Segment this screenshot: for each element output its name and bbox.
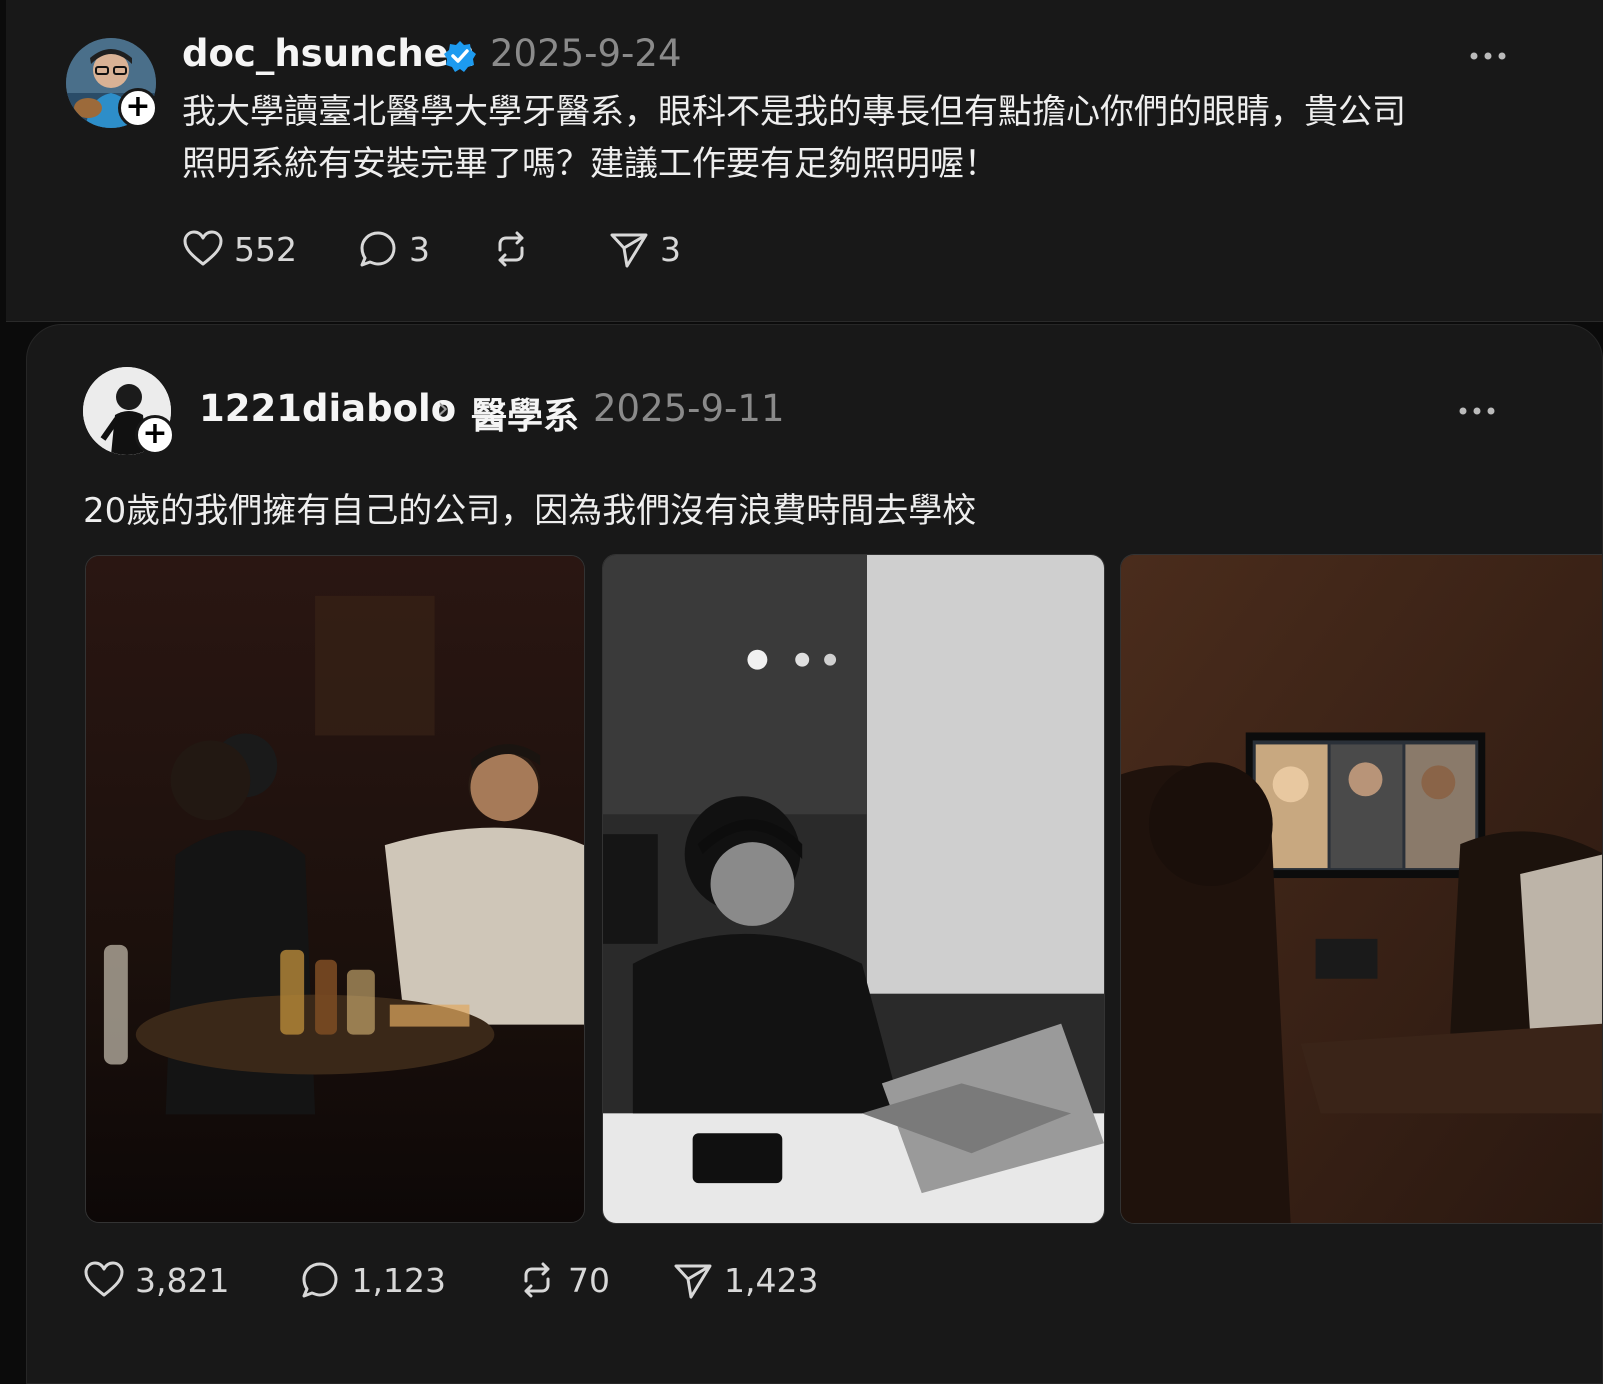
post-date[interactable]: 2025-9-11 — [593, 387, 785, 430]
comment-count: 1,123 — [351, 1260, 446, 1300]
quoted-post[interactable]: + 1221diabolo › 醫學系 2025-9-11 20歲的我們擁有自己… — [26, 324, 1603, 1384]
like-button[interactable]: 552 — [182, 228, 297, 270]
plus-icon: + — [125, 89, 151, 124]
paper-plane-icon — [674, 1264, 712, 1299]
repost-button[interactable]: 70 — [516, 1259, 610, 1301]
laptop-photo — [603, 555, 1104, 1223]
plus-icon: + — [142, 416, 168, 451]
reply-post: + doc_hsunchen 2025-9-24 我大學讀臺北醫學大學牙醫系，眼… — [6, 0, 1603, 322]
share-button[interactable]: 1,423 — [672, 1259, 818, 1301]
paper-plane-icon — [610, 233, 648, 268]
post-image[interactable] — [1120, 554, 1602, 1224]
share-count: 3 — [660, 229, 681, 269]
comment-button[interactable]: 1,123 — [299, 1259, 446, 1301]
speech-bubble-icon — [302, 1262, 338, 1298]
post-body-line: 我大學讀臺北醫學大學牙醫系，眼科不是我的專長但有點擔心你們的眼睛，貴公司 — [182, 92, 1406, 132]
like-count: 3,821 — [135, 1260, 230, 1300]
heart-icon — [183, 230, 223, 266]
post-body: 我大學讀臺北醫學大學牙醫系，眼科不是我的專長但有點擔心你們的眼睛，貴公司 照明系… — [182, 86, 1572, 190]
post-image[interactable] — [85, 555, 585, 1223]
bar-scene-photo — [86, 556, 584, 1222]
post-body-line: 照明系統有安裝完畢了嗎？建議工作要有足夠照明喔！ — [182, 144, 998, 184]
like-count: 552 — [234, 229, 297, 269]
follow-button[interactable]: + — [118, 88, 158, 128]
post-body: 20歲的我們擁有自己的公司，因為我們沒有浪費時間去學校 — [83, 491, 977, 531]
repost-arrows-icon — [524, 1262, 550, 1298]
chevron-right-icon: › — [437, 391, 449, 426]
post-image[interactable] — [602, 554, 1105, 1224]
action-bar: 552 3 3 — [182, 224, 681, 274]
follow-button[interactable]: + — [135, 415, 175, 455]
comment-button[interactable]: 3 — [357, 228, 430, 270]
verified-badge-icon — [444, 41, 476, 72]
heart-icon — [84, 1261, 124, 1297]
share-button[interactable]: 3 — [608, 228, 681, 270]
repost-count: 70 — [567, 1260, 610, 1300]
username[interactable]: doc_hsunchen — [182, 32, 475, 75]
more-dots-icon[interactable] — [1468, 50, 1508, 62]
share-count: 1,423 — [723, 1260, 819, 1300]
speech-bubble-icon — [360, 231, 396, 267]
action-bar: 3,821 1,123 70 1,423 — [83, 1255, 818, 1305]
username[interactable]: 1221diabolo — [199, 387, 456, 430]
tv-room-photo — [1121, 555, 1602, 1223]
comment-count: 3 — [409, 229, 430, 269]
repost-button[interactable] — [490, 228, 542, 270]
post-date[interactable]: 2025-9-24 — [490, 32, 682, 75]
repost-arrows-icon — [498, 231, 524, 267]
topic-tag[interactable]: 醫學系 — [471, 387, 579, 439]
like-button[interactable]: 3,821 — [83, 1259, 229, 1301]
more-dots-icon[interactable] — [1457, 405, 1497, 417]
